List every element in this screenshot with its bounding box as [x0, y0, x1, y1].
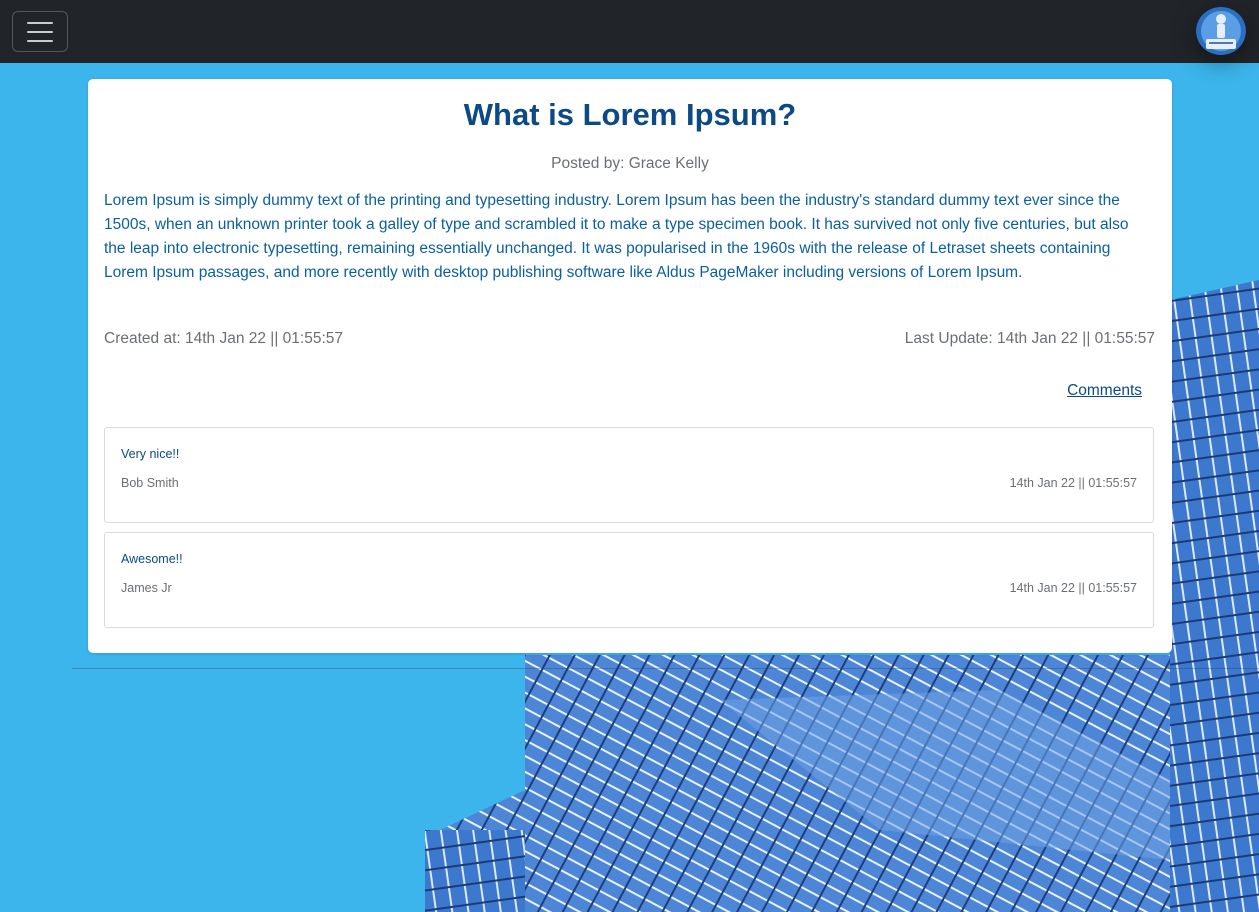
- comment-card: Awesome!! James Jr 14th Jan 22 || 01:55:…: [104, 532, 1154, 628]
- comment-date: 14th Jan 22 || 01:55:57: [1009, 581, 1137, 595]
- user-avatar[interactable]: [1196, 7, 1246, 55]
- divider: [72, 668, 1259, 669]
- post-last-update: Last Update: 14th Jan 22 || 01:55:57: [904, 330, 1155, 347]
- comment-author: James Jr: [121, 581, 172, 595]
- post-created-at: Created at: 14th Jan 22 || 01:55:57: [104, 330, 344, 347]
- post-author: Posted by: Grace Kelly: [551, 155, 709, 172]
- comment-date: 14th Jan 22 || 01:55:57: [1009, 476, 1137, 490]
- navbar-toggle-button[interactable]: [12, 11, 68, 52]
- post-title: What is Lorem Ipsum?: [463, 97, 797, 132]
- post-body: Lorem Ipsum is simply dummy text of the …: [104, 192, 1129, 281]
- comment-text: Very nice!!: [121, 447, 180, 461]
- comment-text: Awesome!!: [121, 552, 183, 566]
- top-navbar: [0, 0, 1259, 63]
- hamburger-menu-icon: [27, 21, 53, 24]
- avatar-image: [1196, 7, 1246, 55]
- comment-author: Bob Smith: [121, 476, 179, 490]
- comment-card: Very nice!! Bob Smith 14th Jan 22 || 01:…: [104, 427, 1154, 523]
- comments-link[interactable]: Comments: [1067, 382, 1142, 400]
- post-card: What is Lorem Ipsum? Posted by: Grace Ke…: [88, 79, 1172, 653]
